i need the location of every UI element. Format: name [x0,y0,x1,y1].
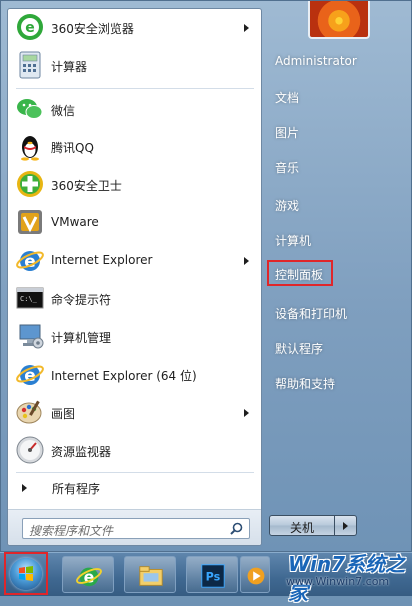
right-item-label: 帮助和支持 [275,377,336,391]
program-label: 画图 [51,407,76,421]
file-explorer-icon [139,566,163,586]
all-programs-label: 所有程序 [52,482,101,496]
program-label: 微信 [51,104,76,118]
program-label: 360安全浏览器 [51,22,134,36]
expand-arrow-icon [22,484,27,492]
program-label: 腾讯QQ [51,141,94,155]
right-item-pictures[interactable]: 图片 [267,119,407,145]
all-programs-item[interactable]: 所有程序 [8,477,261,499]
chevron-right-icon [343,522,348,530]
right-item-help-support[interactable]: 帮助和支持 [267,370,407,396]
program-item-resource-monitor[interactable]: 资源监视器 [8,432,261,469]
right-item-label: 默认程序 [275,342,324,356]
start-menu: e 360安全浏览器 计算器 微信 腾讯QQ 360安全卫士 VMware e … [0,0,412,552]
right-item-control-panel[interactable]: 控制面板 [267,260,333,286]
shutdown-options-button[interactable] [335,515,357,536]
internet-explorer-icon: e [16,251,44,272]
right-item-label: 音乐 [275,161,300,175]
right-item-label: 计算机 [275,234,312,248]
program-item-360-safeguard[interactable]: 360安全卫士 [8,166,261,203]
paint-icon [16,400,42,424]
calculator-icon [19,51,41,79]
svg-text:C:\_: C:\_ [20,295,38,303]
submenu-arrow-icon[interactable] [244,409,249,417]
right-item-computer[interactable]: 计算机 [267,227,407,253]
program-label: 计算机管理 [51,331,112,345]
program-item-command-prompt[interactable]: C:\_ 命令提示符 [8,280,261,317]
wechat-icon [17,99,43,119]
right-item-label: 游戏 [275,199,300,213]
taskbar-item-explorer[interactable] [124,556,176,593]
divider [16,88,254,89]
search-placeholder: 搜索程序和文件 [29,524,114,538]
right-item-music[interactable]: 音乐 [267,154,407,180]
right-item-games[interactable]: 游戏 [267,192,407,218]
internet-explorer-icon: e [76,568,102,587]
photoshop-icon: Ps [201,564,225,588]
internet-explorer-icon: e [16,365,44,386]
shutdown-label: 关机 [290,521,315,535]
program-item-qq[interactable]: 腾讯QQ [8,128,261,165]
program-label: Internet Explorer (64 位) [51,369,197,383]
360-safeguard-icon [17,171,43,197]
program-label: Internet Explorer [51,253,153,267]
program-label: 命令提示符 [51,293,112,307]
taskbar-item-ie[interactable]: e [62,556,114,593]
program-item-360-browser[interactable]: e 360安全浏览器 [8,9,261,46]
qq-penguin-icon [21,136,39,161]
program-item-computer-management[interactable]: 计算机管理 [8,318,261,355]
right-item-label: 设备和打印机 [275,307,348,321]
right-item-label: Administrator [275,54,357,68]
resource-monitor-icon [16,436,44,464]
command-prompt-icon: C:\_ [16,287,44,309]
right-item-label: 控制面板 [275,268,324,282]
svg-text:Ps: Ps [206,571,221,584]
start-button[interactable] [4,552,48,595]
right-item-label: 图片 [275,126,300,140]
taskbar-item-photoshop[interactable]: Ps [186,556,238,593]
program-item-vmware[interactable]: VMware [8,204,261,241]
search-icon[interactable] [230,522,243,535]
shutdown-button[interactable]: 关机 [269,515,335,536]
user-avatar[interactable] [308,1,370,39]
programs-panel: e 360安全浏览器 计算器 微信 腾讯QQ 360安全卫士 VMware e … [7,8,262,546]
program-label: 计算器 [51,60,88,74]
right-item-label: 文档 [275,91,300,105]
right-item-default-programs[interactable]: 默认程序 [267,335,407,361]
search-area: 搜索程序和文件 [8,509,261,545]
start-orb-icon [10,558,42,590]
program-item-calculator[interactable]: 计算器 [8,47,261,84]
submenu-arrow-icon[interactable] [244,24,249,32]
svg-text:e: e [25,20,35,36]
search-input[interactable]: 搜索程序和文件 [22,518,250,539]
watermark: Win7系统之家 www.Winwin7.com [262,548,412,605]
vmware-icon [18,210,42,234]
program-item-paint[interactable]: 画图 [8,394,261,431]
submenu-arrow-icon[interactable] [244,257,249,265]
program-item-internet-explorer-64[interactable]: e Internet Explorer (64 位) [8,356,261,393]
right-item-administrator[interactable]: Administrator [267,49,407,75]
program-label: 资源监视器 [51,445,112,459]
right-item-devices-printers[interactable]: 设备和打印机 [267,300,407,326]
program-label: 360安全卫士 [51,179,122,193]
divider [16,472,254,473]
program-item-wechat[interactable]: 微信 [8,91,261,128]
program-label: VMware [51,215,99,229]
watermark-url: www.Winwin7.com [286,575,390,588]
right-item-documents[interactable]: 文档 [267,84,407,110]
computer-management-icon [19,324,44,349]
program-item-internet-explorer[interactable]: e Internet Explorer [8,242,261,279]
360-browser-icon: e [17,14,43,40]
